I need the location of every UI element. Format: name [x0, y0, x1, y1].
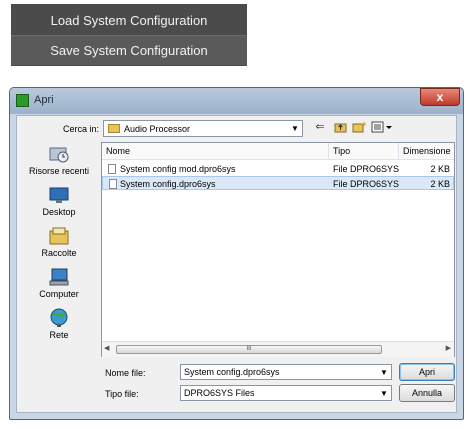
place-label: Desktop: [42, 207, 76, 217]
file-icon: [109, 179, 117, 189]
chevron-down-icon[interactable]: ▼: [377, 386, 391, 401]
file-list[interactable]: Nome Tipo Dimensione System config mod.d…: [101, 142, 455, 357]
title-bar[interactable]: Apri x: [10, 88, 463, 114]
chevron-down-icon[interactable]: ▼: [377, 365, 391, 380]
lookin-value: Audio Processor: [124, 124, 191, 134]
place-label: Risorse recenti: [28, 166, 90, 176]
place-recent[interactable]: Risorse recenti: [21, 142, 97, 182]
place-label: Rete: [49, 330, 69, 340]
lookin-combo[interactable]: Audio Processor ▼: [103, 120, 303, 137]
place-desktop[interactable]: Desktop: [21, 183, 97, 223]
dialog-client-area: Cerca in: Audio Processor ▼ ⇐ Risorse re…: [16, 115, 457, 413]
column-header-size[interactable]: Dimensione: [399, 143, 454, 159]
file-type: File DPRO6SYS: [333, 179, 400, 189]
file-icon: [108, 164, 116, 174]
filename-label: Nome file:: [105, 368, 146, 378]
computer-icon: [48, 267, 70, 287]
filename-value: System config.dpro6sys: [184, 367, 280, 377]
up-folder-icon[interactable]: [333, 121, 347, 134]
filetype-select[interactable]: DPRO6SYS Files ▼: [180, 385, 392, 401]
place-label: Raccolte: [41, 248, 77, 258]
filetype-value: DPRO6SYS Files: [184, 388, 255, 398]
load-system-configuration-item[interactable]: Load System Configuration: [11, 6, 247, 35]
new-folder-icon[interactable]: [351, 121, 367, 134]
places-bar: Risorse recenti Desktop Raccolte Compute…: [21, 142, 97, 342]
desktop-icon: [48, 185, 70, 205]
network-icon: [48, 308, 70, 328]
file-name: System config mod.dpro6sys: [120, 164, 236, 174]
libraries-icon: [48, 226, 70, 246]
view-menu-icon[interactable]: [371, 121, 393, 134]
close-button[interactable]: x: [420, 88, 460, 106]
file-row-selected[interactable]: System config.dpro6sys File DPRO6SYS 2 K…: [102, 176, 454, 190]
chevron-down-icon[interactable]: ▼: [288, 121, 302, 136]
lookin-label: Cerca in:: [63, 124, 100, 134]
column-header-type[interactable]: Tipo: [329, 143, 399, 159]
filetype-label: Tipo file:: [105, 389, 139, 399]
place-computer[interactable]: Computer: [21, 265, 97, 305]
place-network[interactable]: Rete: [21, 306, 97, 346]
open-dialog: Apri x Cerca in: Audio Processor ▼ ⇐ Ris…: [9, 87, 464, 420]
folder-icon: [108, 124, 120, 133]
column-header-name[interactable]: Nome: [102, 143, 329, 159]
place-label: Computer: [39, 289, 79, 299]
filename-field[interactable]: System config.dpro6sys ▼: [180, 364, 392, 380]
dialog-title: Apri: [34, 94, 54, 106]
scroll-thumb[interactable]: III: [116, 345, 382, 354]
file-size: 2 KB: [430, 164, 450, 174]
scroll-right-icon[interactable]: ▶: [446, 344, 451, 352]
save-system-configuration-item[interactable]: Save System Configuration: [11, 35, 247, 65]
configuration-menu: Load System Configuration Save System Co…: [11, 4, 247, 66]
app-icon: [16, 94, 29, 107]
scroll-left-icon[interactable]: ◀: [104, 344, 109, 352]
open-button[interactable]: Apri: [399, 363, 455, 381]
file-row[interactable]: System config mod.dpro6sys File DPRO6SYS…: [102, 162, 454, 176]
place-libraries[interactable]: Raccolte: [21, 224, 97, 264]
file-size: 2 KB: [430, 179, 450, 189]
file-type: File DPRO6SYS: [333, 164, 400, 174]
back-arrow-icon[interactable]: ⇐: [313, 121, 327, 134]
file-name: System config.dpro6sys: [120, 179, 216, 189]
recent-icon: [48, 144, 70, 164]
horizontal-scrollbar[interactable]: ◀ III ▶: [102, 341, 454, 357]
cancel-button[interactable]: Annulla: [399, 384, 455, 402]
